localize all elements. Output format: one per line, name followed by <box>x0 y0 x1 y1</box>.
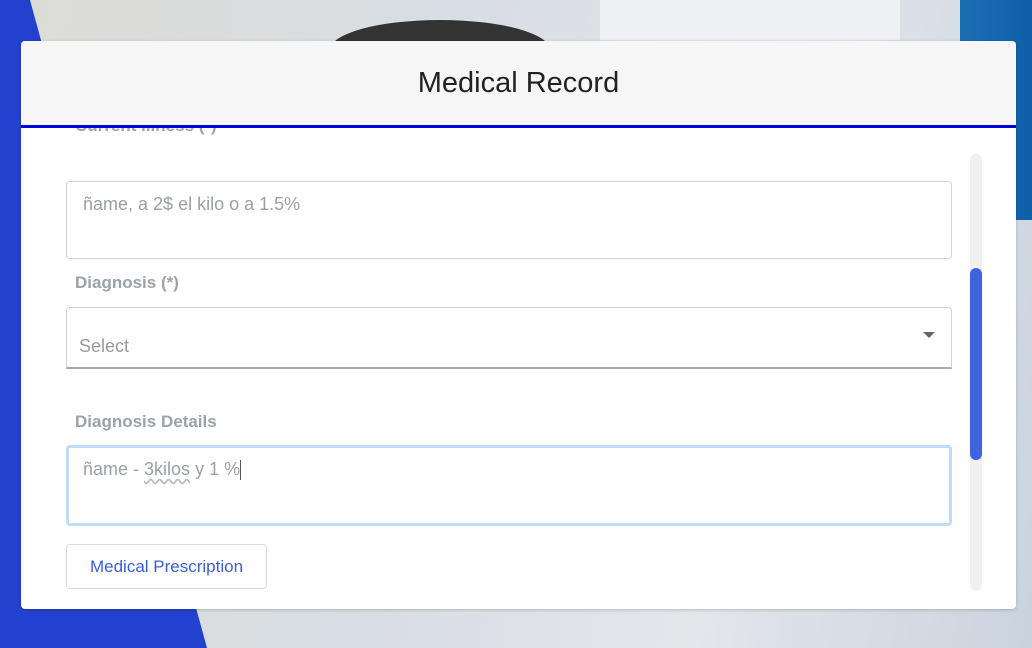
background-photo-highlight <box>600 0 900 40</box>
scrollbar[interactable] <box>970 154 982 591</box>
diagnosis-select[interactable]: Select <box>66 307 952 369</box>
diagnosis-placeholder: Select <box>79 336 130 356</box>
scrollbar-thumb[interactable] <box>970 268 982 460</box>
chevron-down-icon <box>923 332 935 338</box>
spellcheck-word: 3kilos <box>144 459 191 479</box>
medical-record-dialog: Medical Record Current illness (*) ñame,… <box>21 41 1016 609</box>
text-cursor <box>240 460 242 481</box>
diagnosis-label: Diagnosis (*) <box>75 273 179 292</box>
diagnosis-details-text-end: y 1 % <box>190 459 241 479</box>
current-illness-label: Current illness (*) <box>75 128 217 136</box>
diagnosis-details-field[interactable]: ñame - 3kilos y 1 % <box>66 445 952 526</box>
current-illness-value: ñame, a 2$ el kilo o a 1.5% <box>83 194 301 214</box>
dialog-title: Medical Record <box>417 66 620 99</box>
diagnosis-details-text: ñame - <box>83 459 145 479</box>
medical-prescription-button[interactable]: Medical Prescription <box>66 544 267 589</box>
dialog-body: Current illness (*) ñame, a 2$ el kilo o… <box>21 128 1016 606</box>
dialog-header: Medical Record <box>21 41 1016 128</box>
diagnosis-details-label: Diagnosis Details <box>75 412 217 431</box>
current-illness-field[interactable]: ñame, a 2$ el kilo o a 1.5% <box>66 181 952 259</box>
